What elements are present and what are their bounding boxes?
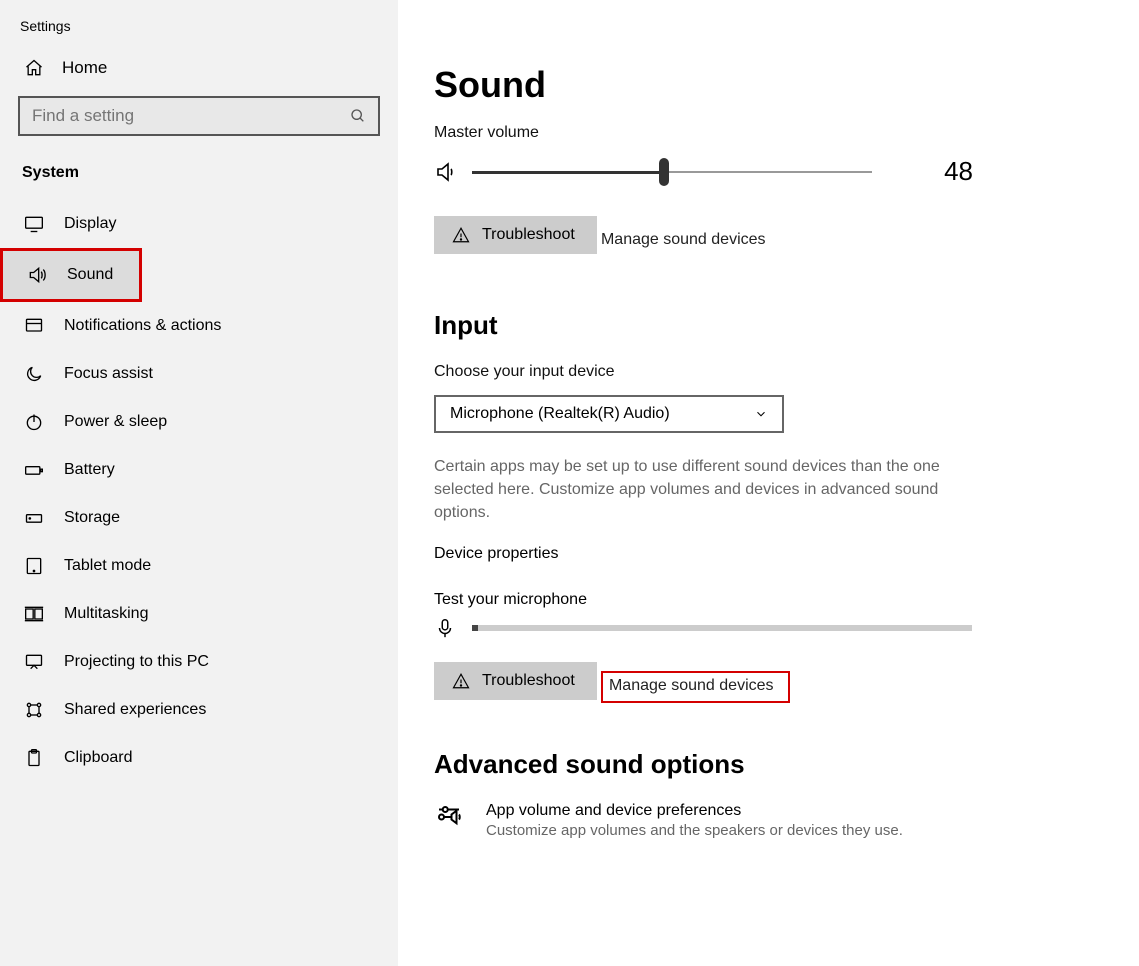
manage-sound-devices-highlighted: Manage sound devices xyxy=(601,671,790,703)
sidebar-item-label: Storage xyxy=(64,509,120,527)
page-title: Sound xyxy=(434,64,1103,106)
sidebar-item-sound[interactable]: Sound xyxy=(0,248,142,302)
volume-row: 48 xyxy=(434,156,1103,187)
adv-title: App volume and device preferences xyxy=(486,802,903,820)
sidebar-item-focus-assist[interactable]: Focus assist xyxy=(0,350,398,398)
adv-subtitle: Customize app volumes and the speakers o… xyxy=(486,822,903,839)
sidebar-item-display[interactable]: Display xyxy=(0,200,398,248)
speaker-icon[interactable] xyxy=(434,160,458,184)
sidebar-item-label: Focus assist xyxy=(64,365,153,383)
storage-icon xyxy=(24,508,44,528)
main-content: Sound Master volume 48 Troubleshoot Mana… xyxy=(398,0,1139,966)
sidebar-item-projecting[interactable]: Projecting to this PC xyxy=(0,638,398,686)
sidebar-item-label: Power & sleep xyxy=(64,413,167,431)
sidebar-item-label: Shared experiences xyxy=(64,701,206,719)
search-wrap xyxy=(18,96,380,136)
mixer-icon xyxy=(434,802,464,832)
sidebar-item-multitasking[interactable]: Multitasking xyxy=(0,590,398,638)
battery-icon xyxy=(24,460,44,480)
speaker-icon xyxy=(27,265,47,285)
search-icon xyxy=(350,108,366,124)
mic-level-bar xyxy=(472,625,972,631)
volume-value: 48 xyxy=(944,156,1103,187)
sidebar-item-storage[interactable]: Storage xyxy=(0,494,398,542)
advanced-heading: Advanced sound options xyxy=(434,749,1103,780)
home-label: Home xyxy=(62,58,107,78)
volume-slider[interactable] xyxy=(472,171,872,173)
input-help-text: Certain apps may be set up to use differ… xyxy=(434,455,994,525)
shared-icon xyxy=(24,700,44,720)
projecting-icon xyxy=(24,652,44,672)
choose-input-label: Choose your input device xyxy=(434,363,1103,381)
sidebar-item-battery[interactable]: Battery xyxy=(0,446,398,494)
monitor-icon xyxy=(24,214,44,234)
sidebar-item-label: Display xyxy=(64,215,116,233)
button-label: Troubleshoot xyxy=(482,672,575,690)
manage-sound-devices-link[interactable]: Manage sound devices xyxy=(601,231,766,249)
warning-icon xyxy=(452,672,470,690)
sidebar-item-label: Tablet mode xyxy=(64,557,151,575)
sidebar-item-label: Battery xyxy=(64,461,115,479)
search-input[interactable] xyxy=(18,96,380,136)
chevron-down-icon xyxy=(754,407,768,421)
sidebar-item-label: Sound xyxy=(67,266,113,284)
troubleshoot-input-button[interactable]: Troubleshoot xyxy=(434,662,597,700)
sidebar-item-power-sleep[interactable]: Power & sleep xyxy=(0,398,398,446)
sidebar-item-label: Notifications & actions xyxy=(64,317,221,335)
sidebar-item-clipboard[interactable]: Clipboard xyxy=(0,734,398,782)
moon-icon xyxy=(24,364,44,384)
input-heading: Input xyxy=(434,310,1103,341)
tablet-icon xyxy=(24,556,44,576)
warning-icon xyxy=(452,226,470,244)
dropdown-value: Microphone (Realtek(R) Audio) xyxy=(450,405,670,423)
clipboard-icon xyxy=(24,748,44,768)
button-label: Troubleshoot xyxy=(482,226,575,244)
power-icon xyxy=(24,412,44,432)
sidebar-item-label: Multitasking xyxy=(64,605,148,623)
mic-test-row xyxy=(434,617,1103,639)
sidebar-item-label: Projecting to this PC xyxy=(64,653,209,671)
app-title: Settings xyxy=(0,10,398,48)
device-properties-link[interactable]: Device properties xyxy=(434,545,1103,563)
master-volume-label: Master volume xyxy=(434,124,1103,142)
notification-icon xyxy=(24,316,44,336)
sidebar: Settings Home System Display Sound Notif… xyxy=(0,0,398,966)
home-icon xyxy=(24,58,44,78)
manage-sound-devices-link-input[interactable]: Manage sound devices xyxy=(609,677,774,695)
troubleshoot-output-button[interactable]: Troubleshoot xyxy=(434,216,597,254)
input-device-dropdown[interactable]: Microphone (Realtek(R) Audio) xyxy=(434,395,784,433)
multitasking-icon xyxy=(24,604,44,624)
microphone-icon xyxy=(434,617,456,639)
section-heading: System xyxy=(0,158,398,200)
sidebar-item-shared-experiences[interactable]: Shared experiences xyxy=(0,686,398,734)
app-volume-preferences-row[interactable]: App volume and device preferences Custom… xyxy=(434,802,1103,839)
sidebar-item-label: Clipboard xyxy=(64,749,132,767)
home-button[interactable]: Home xyxy=(0,48,398,88)
test-mic-label: Test your microphone xyxy=(434,591,1103,609)
sidebar-item-notifications[interactable]: Notifications & actions xyxy=(0,302,398,350)
sidebar-item-tablet-mode[interactable]: Tablet mode xyxy=(0,542,398,590)
